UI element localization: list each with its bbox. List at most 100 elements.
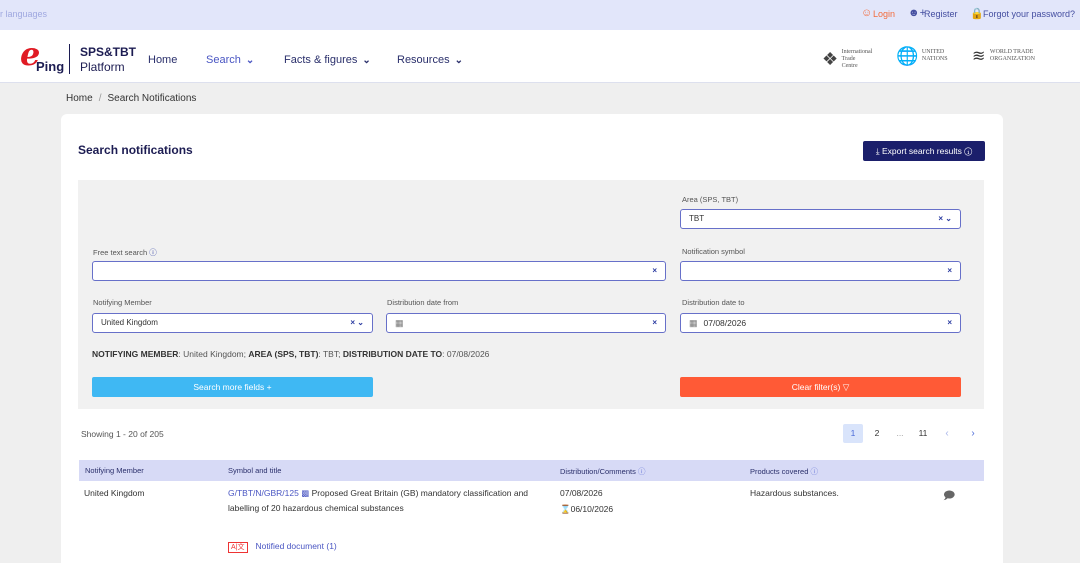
row-products: Hazardous substances. xyxy=(750,488,839,498)
user-icon: ☺ xyxy=(861,7,873,19)
un-text-1: UNITED xyxy=(921,49,945,55)
main-header: e Ping SPS&TBT Platform Home Search ⌄ Fac… xyxy=(0,30,1080,83)
clear-chevron-icon[interactable]: × ⌄ xyxy=(350,314,364,332)
row-title-line1: Proposed Great Britain (GB) mandatory cl… xyxy=(311,488,529,498)
page-1[interactable]: 1 xyxy=(843,424,863,443)
register-link[interactable]: Register xyxy=(924,9,958,19)
notifying-member-label: Notifying Member xyxy=(93,298,152,307)
export-results-button[interactable]: ⤓ Export search results ⓘ xyxy=(863,141,985,161)
page-11[interactable]: 11 xyxy=(913,424,933,443)
languages-link[interactable]: r languages xyxy=(0,9,47,19)
itc-logo-icon: ❖ xyxy=(822,49,839,69)
col-products-label: Products covered xyxy=(750,467,809,476)
notified-document-link[interactable]: A|文 Notified document (1) xyxy=(228,541,337,553)
notification-symbol-label: Notification symbol xyxy=(682,247,745,256)
nav-resources-label: Resources xyxy=(397,54,450,66)
summary-value: : TBT; xyxy=(318,349,343,359)
chevron-down-icon: ⌄ xyxy=(362,55,371,66)
wto-logo-icon: ≋ xyxy=(972,47,986,65)
nav-facts-label: Facts & figures xyxy=(284,54,358,66)
breadcrumb-separator: / xyxy=(98,93,102,104)
info-icon: ⓘ xyxy=(810,467,818,476)
clear-icon[interactable]: × xyxy=(947,262,952,280)
notification-symbol-input[interactable]: × xyxy=(680,261,961,281)
nav-home[interactable]: Home xyxy=(148,54,177,66)
itc-text-1: International xyxy=(841,49,873,55)
wto-text-1: WORLD TRADE xyxy=(989,49,1034,55)
page-title: Search notifications xyxy=(78,143,193,157)
prev-page-icon[interactable]: ‹ xyxy=(937,424,957,443)
nav-search[interactable]: Search ⌄ xyxy=(206,54,254,66)
next-page-icon[interactable]: › xyxy=(963,424,983,443)
col-notifying-member[interactable]: Notifying Member xyxy=(85,466,144,475)
translate-icon: A|文 xyxy=(228,542,248,553)
comment-icon[interactable]: 🗩 xyxy=(943,487,955,506)
logo-title-line2: Platform xyxy=(80,60,125,74)
summary-value: : 07/08/2026 xyxy=(442,349,490,359)
logo-title-line1: SPS&TBT xyxy=(80,45,137,59)
summary-value: : United Kingdom; xyxy=(178,349,249,359)
free-text-label: Free text search ⓘ xyxy=(93,247,157,258)
un-globe-icon: 🌐 xyxy=(896,45,919,66)
itc-text-3: Centre xyxy=(841,63,858,69)
col-distribution-label: Distribution/Comments xyxy=(560,467,636,476)
clear-filters-label: Clear filter(s) xyxy=(791,382,841,392)
results-table-header: Notifying Member Symbol and title Distri… xyxy=(79,460,984,481)
download-icon: ⤓ xyxy=(875,146,880,156)
clear-icon[interactable]: × xyxy=(947,314,952,332)
area-value: TBT xyxy=(689,214,705,223)
nav-facts-figures[interactable]: Facts & figures ⌄ xyxy=(284,54,371,66)
wto-logo[interactable]: ≋ WORLD TRADE ORGANIZATION xyxy=(972,47,1035,65)
info-icon: ⓘ xyxy=(149,248,157,257)
summary-key: AREA (SPS, TBT) xyxy=(248,349,319,359)
document-icon[interactable]: ▩ xyxy=(301,488,309,498)
area-select[interactable]: TBT × ⌄ xyxy=(680,209,961,229)
plus-icon: + xyxy=(266,382,272,392)
clear-chevron-icon[interactable]: × ⌄ xyxy=(938,210,952,228)
summary-key: DISTRIBUTION DATE TO xyxy=(342,349,443,359)
calendar-icon: ▦ xyxy=(689,318,698,328)
logo-divider xyxy=(69,44,70,74)
summary-key: NOTIFYING MEMBER xyxy=(92,349,179,359)
clear-icon[interactable]: × xyxy=(652,262,657,280)
row-symbol-title: G/TBT/N/GBR/125 ▩ Proposed Great Britain… xyxy=(228,488,528,499)
logo-ping-text: Ping xyxy=(36,59,65,74)
breadcrumb-current: Search Notifications xyxy=(107,93,197,104)
col-symbol-title[interactable]: Symbol and title xyxy=(228,466,281,475)
row-title-line2: labelling of 20 hazardous chemical subst… xyxy=(228,503,404,513)
itc-logo[interactable]: ❖ International Trade Centre xyxy=(822,49,872,70)
search-more-label: Search more fields xyxy=(193,382,265,392)
notifying-member-select[interactable]: United Kingdom × ⌄ xyxy=(92,313,373,333)
row-distribution-date: 07/08/2026 xyxy=(560,488,603,498)
row-comment-date: 06/10/2026 xyxy=(570,504,614,514)
login-link[interactable]: Login xyxy=(873,9,895,19)
col-distribution[interactable]: Distribution/Comments ⓘ xyxy=(560,466,645,477)
area-label: Area (SPS, TBT) xyxy=(682,195,739,204)
date-to-input[interactable]: ▦ 07/08/2026 × xyxy=(680,313,961,333)
calendar-icon: ▦ xyxy=(395,318,404,328)
nav-search-label: Search xyxy=(206,54,241,66)
export-label: Export search results xyxy=(881,146,962,156)
clear-icon[interactable]: × xyxy=(652,314,657,332)
search-more-fields-button[interactable]: Search more fields + xyxy=(92,377,373,397)
page-2[interactable]: 2 xyxy=(867,424,887,443)
date-from-label: Distribution date from xyxy=(387,298,459,307)
date-from-input[interactable]: ▦ × xyxy=(386,313,666,333)
nav-resources[interactable]: Resources ⌄ xyxy=(397,54,463,66)
row-comment-deadline: ⌛06/10/2026 xyxy=(560,504,613,515)
forgot-password-link[interactable]: Forgot your password? xyxy=(983,9,1075,19)
un-logo[interactable]: 🌐 UNITED NATIONS xyxy=(896,45,948,66)
clear-filters-button[interactable]: Clear filter(s) ▽ xyxy=(680,377,961,397)
un-text-2: NATIONS xyxy=(921,56,948,62)
row-member: United Kingdom xyxy=(84,488,145,498)
col-products[interactable]: Products covered ⓘ xyxy=(750,466,818,477)
date-to-value: 07/08/2026 xyxy=(703,318,747,328)
notifying-member-value: United Kingdom xyxy=(101,318,158,327)
chevron-down-icon: ⌄ xyxy=(454,55,463,66)
free-text-input[interactable]: × xyxy=(92,261,666,281)
row-symbol-link[interactable]: G/TBT/N/GBR/125 xyxy=(228,488,299,498)
table-row: United Kingdom G/TBT/N/GBR/125 ▩ Propose… xyxy=(79,481,984,563)
free-text-label-text: Free text search xyxy=(93,248,148,257)
info-icon: ⓘ xyxy=(964,146,973,156)
breadcrumb-home[interactable]: Home xyxy=(66,93,93,104)
